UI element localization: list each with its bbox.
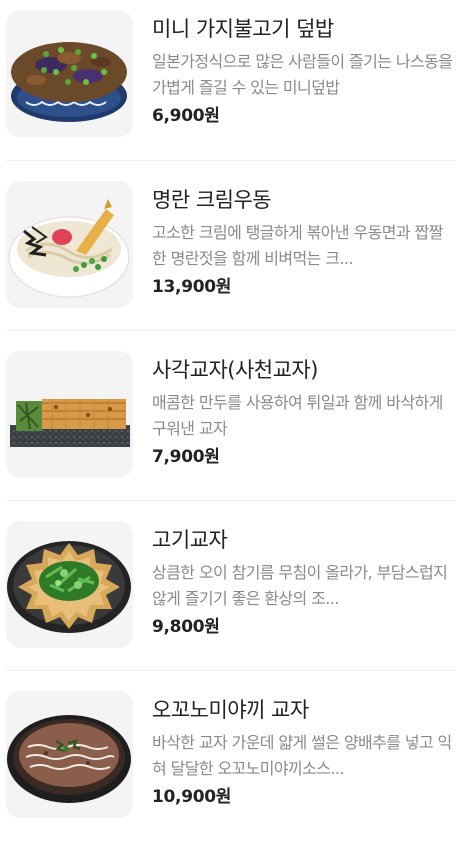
menu-item-okonomiyaki-gyoza[interactable]: 오꼬노미야끼 교자 바삭한 교자 가운데 얇게 썰은 양배추를 넣고 익혀 달달… — [0, 681, 466, 851]
menu-item-price: 7,900원 — [152, 447, 220, 467]
menu-item-info: 오꼬노미야끼 교자 바삭한 교자 가운데 얇게 썰은 양배추를 넣고 익혀 달달… — [152, 695, 456, 809]
divider — [6, 670, 456, 671]
menu-item-square-gyoza[interactable]: 사각교자(사천교자) 매콤한 만두를 사용하여 튀일과 함께 바삭하게 구워낸 … — [0, 341, 466, 511]
menu-item-info: 고기교자 상큼한 오이 참기름 무침이 올라가, 부담스럽지않게 즐기기 좋은 … — [152, 525, 456, 639]
divider — [6, 160, 456, 161]
menu-item-info: 명란 크림우동 고소한 크림에 탱글하게 볶아낸 우동면과 짭짤한 명란젓을 함… — [152, 185, 456, 299]
menu-item-price: 13,900원 — [152, 277, 232, 297]
menu-item-name: 사각교자(사천교자) — [152, 358, 318, 382]
eggplant-bulgogi-bowl-icon — [6, 10, 133, 137]
menu-item-name: 명란 크림우동 — [152, 188, 272, 212]
divider — [6, 330, 456, 331]
menu-item-description: 일본가정식으로 많은 사람들이 즐기는 나스동을 가볍게 즐길 수 있는 미니덮… — [152, 52, 453, 97]
menu-item-price: 6,900원 — [152, 106, 220, 126]
menu-item-name: 미니 가지불고기 덮밥 — [152, 17, 334, 41]
menu-item-description: 고소한 크림에 탱글하게 볶아낸 우동면과 짭짤한 명란젓을 함께 비벼먹는 크… — [152, 223, 443, 268]
menu-item-price: 9,800원 — [152, 617, 220, 637]
menu-item-mini-eggplant-bulgogi[interactable]: 미니 가지불고기 덮밥 일본가정식으로 많은 사람들이 즐기는 나스동을 가볍게… — [0, 0, 466, 170]
okonomiyaki-gyoza-icon — [6, 691, 133, 818]
menu-item-description: 매콤한 만두를 사용하여 튀일과 함께 바삭하게 구워낸 교자 — [152, 393, 443, 438]
menu-item-info: 미니 가지불고기 덮밥 일본가정식으로 많은 사람들이 즐기는 나스동을 가볍게… — [152, 14, 456, 128]
menu-item-name: 오꼬노미야끼 교자 — [152, 698, 309, 722]
square-gyoza-icon — [6, 351, 133, 478]
menu-list: 미니 가지불고기 덮밥 일본가정식으로 많은 사람들이 즐기는 나스동을 가볍게… — [0, 0, 466, 833]
menu-item-meat-gyoza[interactable]: 고기교자 상큼한 오이 참기름 무침이 올라가, 부담스럽지않게 즐기기 좋은 … — [0, 511, 466, 681]
meat-gyoza-icon — [6, 521, 133, 648]
divider — [6, 500, 456, 501]
menu-item-description: 상큼한 오이 참기름 무침이 올라가, 부담스럽지않게 즐기기 좋은 환상의 조… — [152, 563, 448, 608]
menu-item-mentaiko-cream-udon[interactable]: 명란 크림우동 고소한 크림에 탱글하게 볶아낸 우동면과 짭짤한 명란젓을 함… — [0, 171, 466, 341]
menu-item-price: 10,900원 — [152, 787, 232, 807]
mentaiko-cream-udon-icon — [6, 181, 133, 308]
menu-item-name: 고기교자 — [152, 528, 228, 552]
menu-item-description: 바삭한 교자 가운데 얇게 썰은 양배추를 넣고 익혀 달달한 오꼬노미야끼소스… — [152, 733, 452, 778]
menu-item-info: 사각교자(사천교자) 매콤한 만두를 사용하여 튀일과 함께 바삭하게 구워낸 … — [152, 355, 456, 469]
